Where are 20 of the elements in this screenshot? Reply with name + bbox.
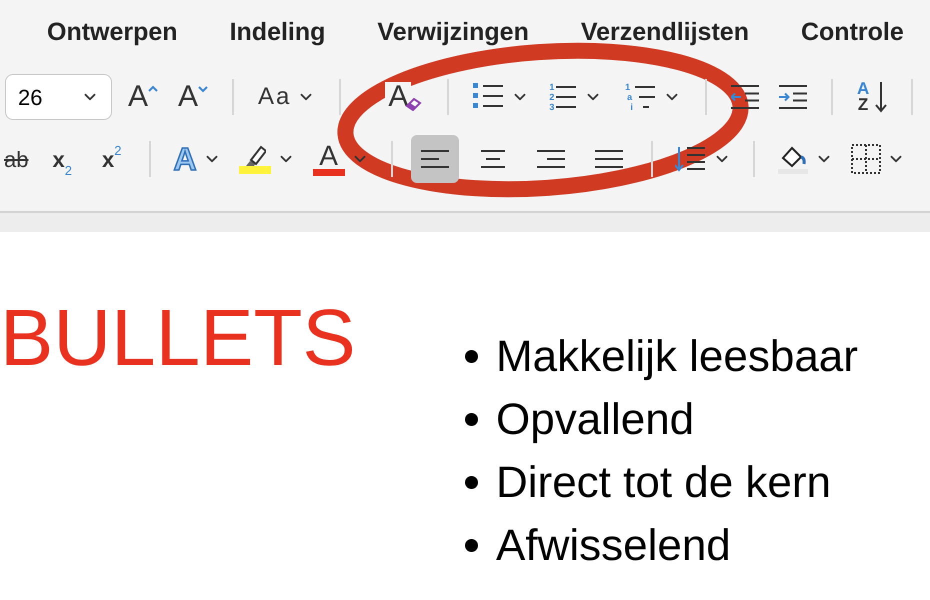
sort-button[interactable]: A Z bbox=[852, 75, 892, 119]
slide-title: BULLETS bbox=[0, 298, 357, 378]
bullet-text: Makkelijk leesbaar bbox=[496, 330, 858, 382]
shrink-font-button[interactable]: A bbox=[174, 75, 212, 119]
ribbon-tab[interactable]: Verzendlijsten bbox=[580, 14, 749, 52]
subscript-button[interactable]: x$_{2}$ bbox=[42, 137, 82, 181]
font-color-button[interactable]: A bbox=[308, 137, 373, 181]
bullet-text: Opvallend bbox=[496, 394, 694, 446]
clear-formatting-button[interactable]: A bbox=[381, 75, 428, 119]
grow-font-button[interactable]: A bbox=[124, 75, 162, 119]
ribbon-tab[interactable]: Controle bbox=[800, 14, 904, 52]
ribbon-tab[interactable]: Verwijzingen bbox=[377, 14, 529, 52]
bullet-text: Direct tot de kern bbox=[496, 456, 832, 508]
font-size-select[interactable]: 26 bbox=[5, 74, 112, 120]
strikethrough-button[interactable]: ab bbox=[0, 137, 32, 181]
bullet-text: Afwisselend bbox=[496, 520, 731, 572]
ribbon-tab[interactable]: Indeling bbox=[230, 14, 326, 52]
change-case-button[interactable]: Aa bbox=[254, 75, 320, 119]
ribbon-tab[interactable]: Ontwerpen bbox=[47, 14, 178, 52]
superscript-button[interactable]: x$^{2}$ bbox=[92, 137, 132, 181]
